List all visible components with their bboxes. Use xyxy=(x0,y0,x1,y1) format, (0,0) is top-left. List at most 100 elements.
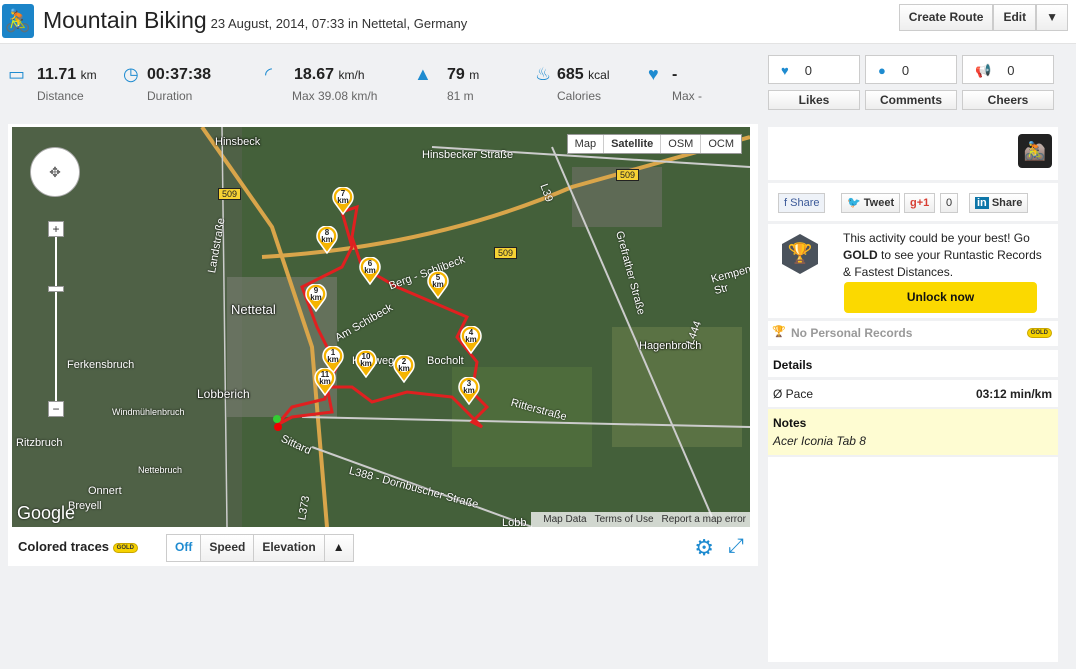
trophy-small-icon: 🏆 xyxy=(772,326,786,338)
town-label: Onnert xyxy=(88,485,122,497)
dropdown-button[interactable]: ▼ xyxy=(1036,4,1068,31)
road-label: Bocholt xyxy=(427,355,464,367)
share-bar: f Share 🐦 Tweet g+1 0 in Share xyxy=(768,183,1058,221)
cheers[interactable]: 📢 0 Cheers xyxy=(962,55,1054,110)
stat-value: 79 xyxy=(447,66,465,83)
town-label: Lobberich xyxy=(197,387,250,401)
pace-row: Ø Pace 03:12 min/km xyxy=(768,380,1058,407)
map-data-link[interactable]: Map Data xyxy=(543,514,586,525)
stat-unit: kcal xyxy=(588,68,610,82)
flame-icon: ♨ xyxy=(535,64,552,84)
map-type-osm[interactable]: OSM xyxy=(660,135,700,153)
km-marker-3[interactable]: 3 km xyxy=(458,376,480,406)
trace-collapse-button[interactable]: ▲ xyxy=(323,535,353,561)
km-marker-11[interactable]: 11 km xyxy=(314,367,336,397)
stat-value: 00:37:38 xyxy=(147,66,212,83)
notes-title: Notes xyxy=(773,416,807,430)
likes[interactable]: ♥ 0 Likes xyxy=(768,55,860,110)
cheers-button[interactable]: Cheers xyxy=(962,90,1054,110)
km-marker-2[interactable]: 2 km xyxy=(393,354,415,384)
tweet-button[interactable]: 🐦 Tweet xyxy=(841,193,901,213)
edit-button[interactable]: Edit xyxy=(993,4,1037,31)
linkedin-share-button[interactable]: in Share xyxy=(969,193,1029,213)
stat-unit: km/h xyxy=(338,68,365,82)
trace-speed-button[interactable]: Speed xyxy=(200,535,254,561)
ruler-icon: ▭ xyxy=(8,64,26,84)
text: This activity could be your best! Go xyxy=(843,231,1030,245)
stat-unit: km xyxy=(80,68,97,82)
town-label: Windmühlenbruch xyxy=(112,407,185,417)
km-marker-9[interactable]: 9 km xyxy=(305,283,327,313)
stat-value: 685 xyxy=(557,66,584,83)
twitter-icon: 🐦 xyxy=(847,197,861,209)
stat-label: Max - xyxy=(672,89,702,103)
side-empty xyxy=(768,457,1058,662)
likes-button[interactable]: Likes xyxy=(768,90,860,110)
map-background xyxy=(12,127,750,527)
gold-badge: GOLD xyxy=(112,542,139,553)
app-panel: 🚵 xyxy=(768,127,1058,180)
town-label: Hinsbeck xyxy=(215,136,261,148)
text: GOLD xyxy=(843,248,878,262)
report-error-link[interactable]: Report a map error xyxy=(662,514,746,525)
pan-control[interactable]: ✥ xyxy=(30,147,80,197)
map-type-satellite[interactable]: Satellite xyxy=(603,135,660,153)
km-marker-7[interactable]: 7 km xyxy=(332,186,354,216)
zoom-out-button[interactable]: − xyxy=(48,401,64,417)
road-label: Lobb xyxy=(502,517,527,527)
town-label: Ferkensbruch xyxy=(67,359,135,371)
comments-count: 0 xyxy=(901,63,910,78)
end-marker xyxy=(274,423,282,431)
facebook-share-button[interactable]: f Share xyxy=(778,193,826,213)
map[interactable]: Map Satellite OSM OCM ✥ + − Hinsbeck Net… xyxy=(12,127,750,527)
heart-icon: ♥ xyxy=(781,63,789,78)
details-title: Details xyxy=(773,358,813,372)
stat-label: Max 39.08 km/h xyxy=(292,89,378,103)
trace-elevation-button[interactable]: Elevation xyxy=(253,535,324,561)
create-route-button[interactable]: Create Route xyxy=(898,4,994,31)
pace-label: Ø Pace xyxy=(773,387,814,401)
cheers-count: 0 xyxy=(1007,63,1015,78)
bike-icon: 🚴 xyxy=(2,4,34,38)
road-sign: 509 xyxy=(494,247,518,259)
comment-icon: ● xyxy=(878,63,886,78)
km-marker-10[interactable]: 10 km xyxy=(355,349,377,379)
colored-traces-bar: Colored traces GOLD Off Speed Elevation … xyxy=(18,532,748,562)
clock-icon: ◷ xyxy=(123,64,139,84)
gear-icon[interactable]: ⚙ xyxy=(694,535,714,561)
road-sign: 509 xyxy=(616,169,640,181)
label: Tweet xyxy=(863,197,895,209)
stat-label: Calories xyxy=(557,89,602,103)
map-type-map[interactable]: Map xyxy=(568,135,603,153)
zoom-control[interactable]: + − xyxy=(48,221,64,417)
gold-promo-text: This activity could be your best! Go GOL… xyxy=(843,230,1043,281)
stat-label: Duration xyxy=(147,89,193,103)
comments-button[interactable]: Comments xyxy=(865,90,957,110)
stat-value: - xyxy=(672,66,678,83)
road-label: Hinsbecker Straße xyxy=(422,149,514,161)
trace-off-button[interactable]: Off xyxy=(167,535,201,561)
unlock-now-button[interactable]: Unlock now xyxy=(844,282,1037,313)
zoom-handle[interactable] xyxy=(48,286,64,292)
km-marker-8[interactable]: 8 km xyxy=(316,225,338,255)
zoom-slider[interactable] xyxy=(55,237,57,401)
gold-badge: GOLD xyxy=(1026,328,1052,338)
gplus-button[interactable]: g+1 xyxy=(904,193,936,213)
km-marker-4[interactable]: 4 km xyxy=(460,325,482,355)
map-type-ocm[interactable]: OCM xyxy=(700,135,741,153)
fullscreen-icon[interactable]: ⤢ xyxy=(728,535,744,558)
label: +1 xyxy=(916,197,930,209)
likes-count: 0 xyxy=(804,63,812,78)
km-marker-6[interactable]: 6 km xyxy=(359,256,381,286)
stat-unit: m xyxy=(469,68,480,82)
page-title: Mountain Biking 23 August, 2014, 07:33 in… xyxy=(43,7,467,34)
comments[interactable]: ● 0 Comments xyxy=(865,55,957,110)
label: Share xyxy=(991,197,1023,209)
pace-value: 03:12 min/km xyxy=(975,387,1052,401)
terms-link[interactable]: Terms of Use xyxy=(595,514,654,525)
zoom-in-button[interactable]: + xyxy=(48,221,64,237)
gplus-count: 0 xyxy=(940,193,959,213)
km-marker-5[interactable]: 5 km xyxy=(427,270,449,300)
town-label: Nettetal xyxy=(231,302,276,317)
stat-value: 11.71 xyxy=(37,66,77,83)
